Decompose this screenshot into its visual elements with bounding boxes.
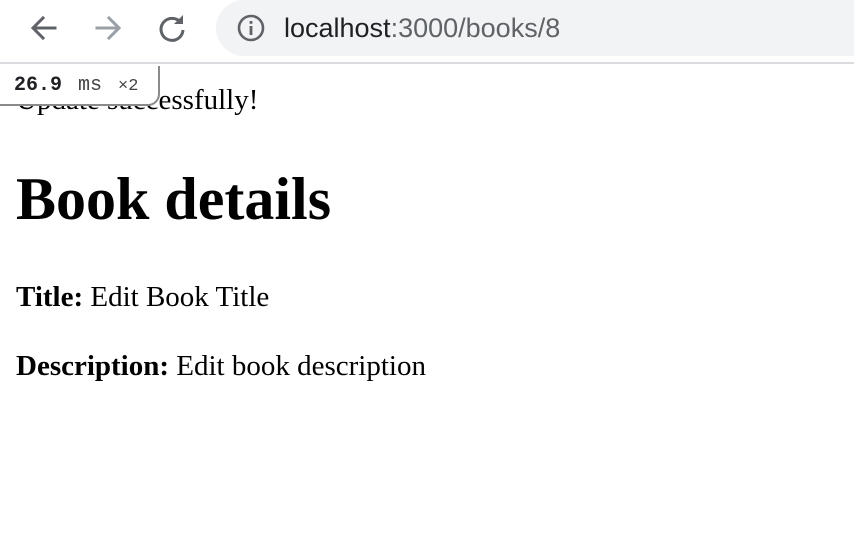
url-host: localhost	[284, 13, 391, 43]
reload-button[interactable]	[154, 10, 190, 46]
render-time-value: 26.9	[14, 74, 63, 97]
title-value: Edit Book Title	[90, 281, 270, 313]
book-description-row: Description: Edit book description	[16, 348, 426, 384]
address-bar[interactable]: localhost:3000/books/8	[216, 0, 854, 56]
back-button[interactable]	[26, 10, 62, 46]
book-title-row: Title: Edit Book Title	[16, 279, 269, 315]
page-title: Book details	[16, 166, 332, 232]
render-count: ×2	[118, 77, 139, 96]
performance-badge[interactable]: 26.9 ms ×2	[0, 66, 160, 106]
info-icon[interactable]	[236, 13, 266, 43]
url-path: :3000/books/8	[390, 13, 561, 43]
description-value: Edit book description	[176, 350, 426, 382]
forward-button[interactable]	[90, 10, 126, 46]
description-label: Description:	[16, 350, 170, 382]
reload-icon	[156, 12, 188, 44]
page-content: Update successfully! Book details Title:…	[0, 66, 854, 560]
url-text[interactable]: localhost:3000/books/8	[284, 11, 560, 45]
title-label: Title:	[16, 281, 84, 313]
browser-toolbar: localhost:3000/books/8	[0, 0, 854, 64]
render-time-unit: ms	[78, 74, 103, 97]
arrow-left-icon	[28, 12, 60, 44]
arrow-right-icon	[92, 12, 124, 44]
